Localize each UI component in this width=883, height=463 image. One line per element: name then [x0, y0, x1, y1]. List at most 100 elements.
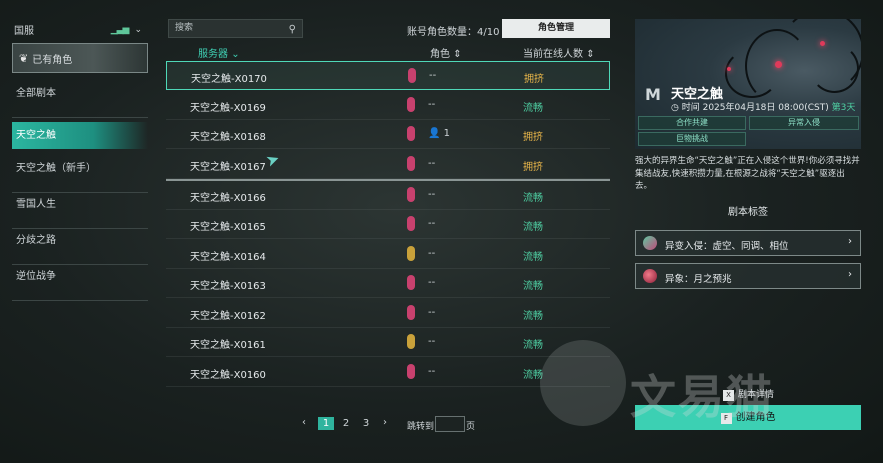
region-selector[interactable]: 国服 ▁▃▅ ⌄: [14, 22, 142, 37]
gem-icon: [407, 275, 415, 290]
role-cell: 👤 1: [428, 128, 450, 139]
watermark-cat-icon: [540, 340, 626, 426]
region-label: 国服: [14, 26, 34, 37]
role-cell: --: [428, 218, 436, 229]
gem-icon: [407, 126, 415, 141]
server-name: 天空之触-X0164: [190, 252, 266, 263]
account-role-count: 账号角色数量：4/10: [407, 27, 500, 38]
page-3-button[interactable]: 3: [358, 417, 374, 430]
tag-invasion: 异常入侵: [749, 116, 859, 130]
glow-orb: [820, 41, 825, 46]
gem-icon: [407, 364, 415, 379]
online-status: 流畅: [523, 281, 543, 292]
nav-item-reverse-war[interactable]: 逆位战争: [12, 265, 148, 301]
header-online-label: 当前在线人数: [523, 49, 583, 60]
tentacle-art: [725, 49, 779, 98]
server-name: 天空之触-X0167: [190, 162, 266, 173]
role-cell: --: [428, 336, 436, 347]
online-status: 流畅: [523, 340, 543, 351]
chevron-right-icon: ›: [848, 236, 852, 247]
feature-label: 异变入侵：虚空、同调、相位: [665, 241, 789, 252]
role-cell: --: [428, 99, 436, 110]
tentacle-art: [810, 44, 859, 93]
tag-coop: 合作共建: [638, 116, 746, 130]
gem-icon: [407, 246, 415, 261]
nav-item-divergent-path[interactable]: 分歧之路: [12, 229, 148, 265]
search-icon[interactable]: ⚲: [289, 21, 296, 38]
nav-item-snow-life[interactable]: 雪国人生: [12, 193, 148, 229]
header-role-label: 角色: [430, 49, 450, 60]
server-name: 天空之触-X0170: [191, 74, 267, 85]
day-badge: 第3天: [831, 103, 856, 113]
nav-item-sky-touch-novice[interactable]: 天空之触（新手）: [12, 157, 148, 193]
role-count: 1: [443, 128, 451, 139]
table-row[interactable]: 天空之触-X0165 -- 流畅: [166, 210, 610, 239]
online-status: 流畅: [523, 222, 543, 233]
table-row[interactable]: 天空之触-X0162 -- 流畅: [166, 299, 610, 328]
role-manage-button[interactable]: 角色管理: [502, 19, 610, 38]
search-input[interactable]: 搜索 ⚲: [168, 19, 303, 38]
prev-page-button[interactable]: ‹: [302, 417, 306, 428]
owned-role-filter[interactable]: ❦ 已有角色: [12, 43, 148, 73]
time-text: 时间 2025年04月18日 08:00(CST): [681, 103, 829, 113]
role-cell: --: [428, 158, 436, 169]
header-server-label: 服务器: [198, 49, 228, 60]
sort-icon: ⇕: [453, 49, 462, 60]
glow-orb: [775, 61, 782, 68]
table-row[interactable]: 天空之触-X0169 -- 流畅: [166, 91, 610, 120]
glow-orb: [727, 67, 731, 71]
role-cell: --: [428, 277, 436, 288]
scenario-description: 强大的异界生命“天空之触”正在入侵这个世界!你必须寻找并集结战友,快速积攒力量,…: [635, 156, 860, 191]
server-name: 天空之触-X0162: [190, 311, 266, 322]
page-2-button[interactable]: 2: [338, 417, 354, 430]
server-name: 天空之触-X0160: [190, 370, 266, 381]
scenario-logo-icon: M: [645, 85, 661, 104]
scenario-list: 全部剧本 天空之触 天空之触（新手） 雪国人生 分歧之路 逆位战争: [12, 82, 148, 301]
mutation-icon: [643, 236, 657, 250]
section-title: 剧本标签: [728, 207, 768, 218]
gem-icon: [407, 97, 415, 112]
scenario-banner: M 天空之触 ◷ 时间 2025年04月18日 08:00(CST) 第3天 合…: [635, 19, 861, 149]
table-row[interactable]: 天空之触-X0164 -- 流畅: [166, 240, 610, 269]
server-name: 天空之触-X0169: [190, 103, 266, 114]
online-status: 流畅: [523, 252, 543, 263]
header-role[interactable]: 角色 ⇕: [430, 45, 462, 60]
online-status: 流畅: [523, 311, 543, 322]
table-row[interactable]: 天空之触-X0161 -- 流畅: [166, 328, 610, 357]
server-name: 天空之触-X0165: [190, 222, 266, 233]
feature-omen[interactable]: 异象：月之预兆 ›: [635, 263, 861, 289]
gem-icon: [407, 187, 415, 202]
signal-icon: ▁▃▅: [110, 25, 130, 35]
table-row[interactable]: 天空之触-X0167 -- 拥挤: [166, 150, 610, 179]
gem-icon: [407, 305, 415, 320]
header-online[interactable]: 当前在线人数 ⇕: [523, 45, 595, 60]
user-icon: 👤: [428, 128, 441, 139]
page-unit-label: 页: [466, 422, 476, 432]
role-cell: --: [428, 366, 436, 377]
sort-down-icon: ⌄: [231, 49, 240, 60]
table-row[interactable]: 天空之触-X0168 👤 1 拥挤: [166, 120, 610, 149]
chevron-right-icon: ›: [848, 269, 852, 280]
feature-label: 异象：月之预兆: [665, 274, 732, 285]
gem-icon: [407, 216, 415, 231]
role-cell: --: [428, 307, 436, 318]
table-row[interactable]: 天空之触-X0170 -- 拥挤: [166, 61, 610, 90]
header-server[interactable]: 服务器 ⌄: [198, 45, 240, 60]
table-row[interactable]: 天空之触-X0166 -- 流畅: [166, 181, 610, 210]
page-jump-input[interactable]: [435, 416, 465, 432]
nav-item-all[interactable]: 全部剧本: [12, 82, 148, 118]
tag-giant: 巨物挑战: [638, 132, 746, 146]
clock-icon: ◷: [671, 103, 679, 113]
feature-mutation[interactable]: 异变入侵：虚空、同调、相位 ›: [635, 230, 861, 256]
page-1-button[interactable]: 1: [318, 417, 334, 430]
role-cell: --: [428, 248, 436, 259]
next-page-button[interactable]: ›: [383, 417, 387, 428]
owned-role-label: 已有角色: [32, 54, 73, 66]
moon-omen-icon: [643, 269, 657, 283]
server-name: 天空之触-X0168: [190, 132, 266, 143]
server-name: 天空之触-X0166: [190, 193, 266, 204]
online-status: 拥挤: [524, 74, 544, 85]
online-status: 流畅: [523, 103, 543, 114]
table-row[interactable]: 天空之触-X0163 -- 流畅: [166, 269, 610, 298]
nav-item-sky-touch[interactable]: 天空之触: [12, 122, 148, 149]
